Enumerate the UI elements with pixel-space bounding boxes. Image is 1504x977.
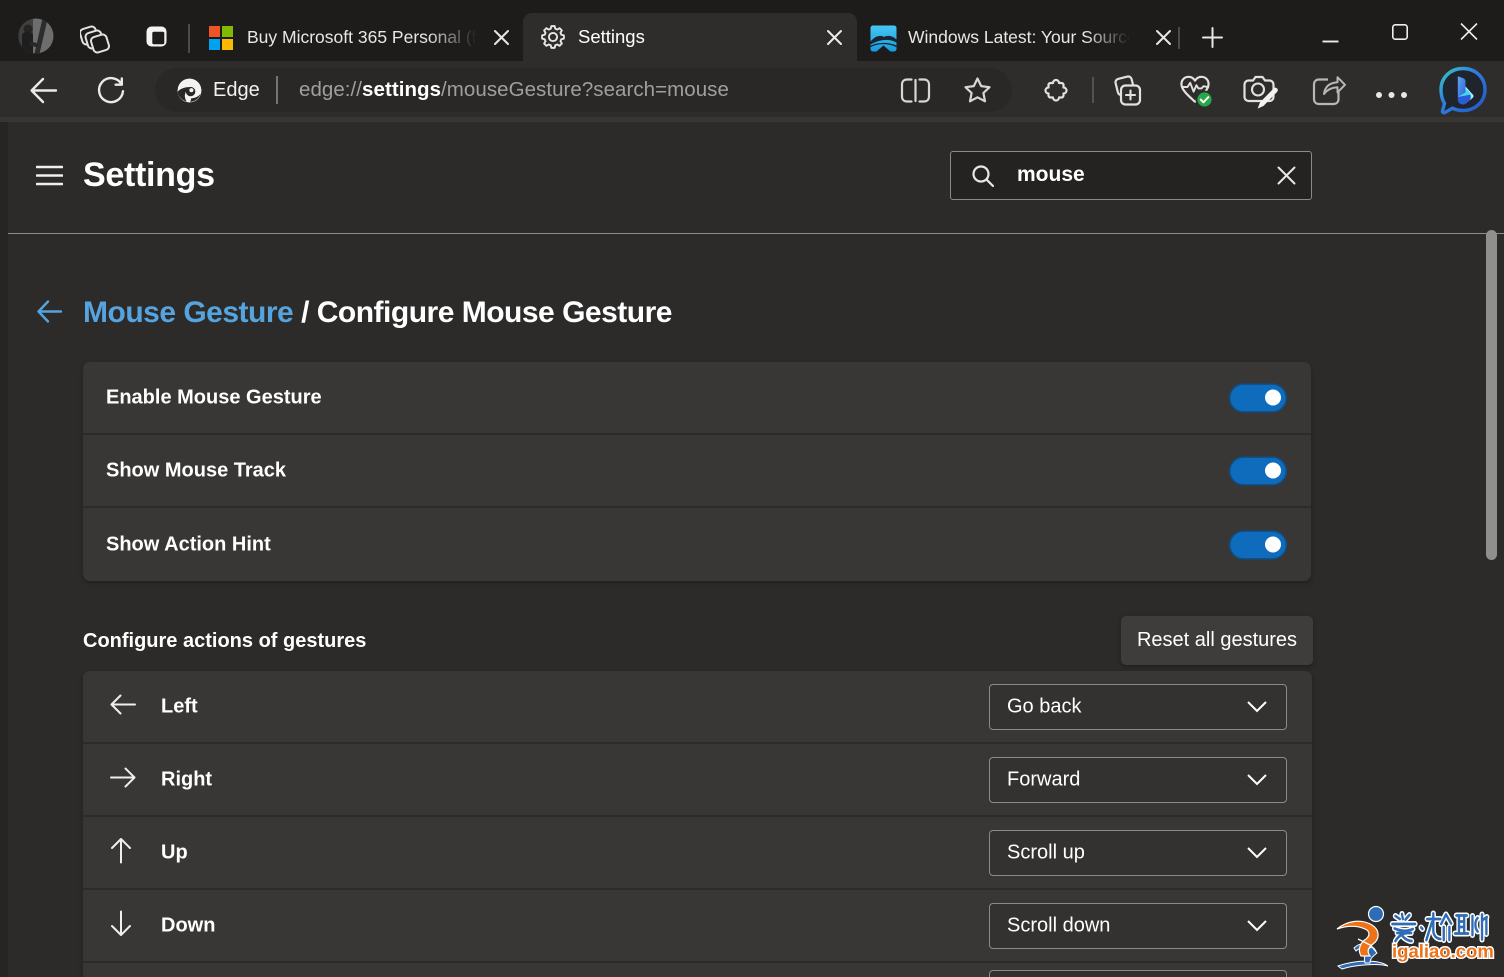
svg-text:igaliao.com: igaliao.com [1392, 941, 1494, 962]
